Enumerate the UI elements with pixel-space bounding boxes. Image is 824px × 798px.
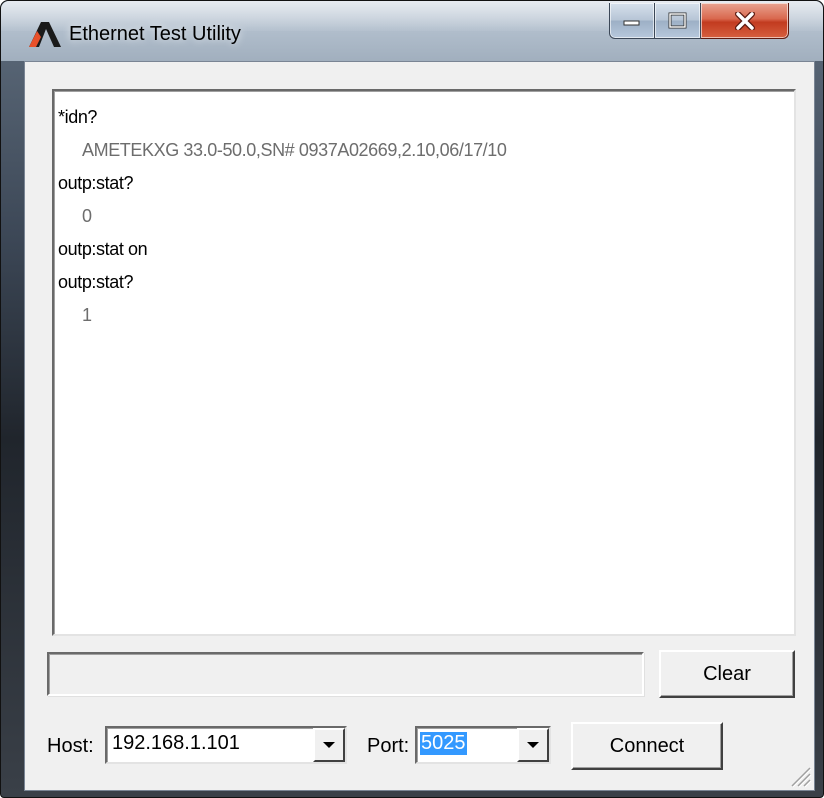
resize-grip-icon[interactable]: [786, 762, 812, 788]
console-line-response: AMETEKXG 33.0-50.0,SN# 0937A02669,2.10,0…: [82, 140, 507, 160]
console-line-command: outp:stat?: [58, 173, 134, 193]
host-dropdown-button[interactable]: [313, 728, 345, 762]
ametek-logo-icon: [29, 22, 61, 47]
port-combobox[interactable]: 5025: [415, 726, 551, 764]
chevron-down-icon: [527, 742, 539, 748]
console-line-command: outp:stat?: [58, 272, 134, 292]
minimize-icon: [623, 20, 640, 25]
close-button[interactable]: [701, 3, 789, 39]
window-title: Ethernet Test Utility: [69, 23, 241, 45]
host-label: Host:: [47, 735, 94, 757]
maximize-button[interactable]: [655, 3, 701, 39]
title-bar[interactable]: Ethernet Test Utility: [1, 1, 823, 61]
command-input[interactable]: [47, 652, 644, 696]
console-line-response: 0: [82, 206, 92, 226]
minimize-button[interactable]: [609, 3, 655, 39]
clear-button[interactable]: Clear: [659, 650, 795, 698]
chevron-down-icon: [323, 742, 335, 748]
maximize-icon: [668, 12, 686, 28]
port-dropdown-button[interactable]: [517, 728, 549, 762]
console-output[interactable]: *idn? AMETEKXG 33.0-50.0,SN# 0937A02669,…: [52, 89, 796, 636]
console-line-response: 1: [82, 305, 92, 325]
host-combobox[interactable]: 192.168.1.101: [105, 726, 347, 764]
caption-buttons: [609, 3, 789, 39]
host-value: 192.168.1.101: [112, 732, 240, 754]
close-icon: [734, 11, 755, 30]
client-area: *idn? AMETEKXG 33.0-50.0,SN# 0937A02669,…: [24, 61, 815, 791]
port-label: Port:: [367, 735, 410, 757]
app-window: Ethernet Test Utility *idn? AMETEKXG 33.…: [0, 0, 824, 798]
console-line-command: outp:stat on: [58, 239, 148, 259]
console-line-command: *idn?: [58, 107, 98, 127]
port-value: 5025: [420, 732, 467, 755]
connect-button[interactable]: Connect: [571, 722, 723, 770]
